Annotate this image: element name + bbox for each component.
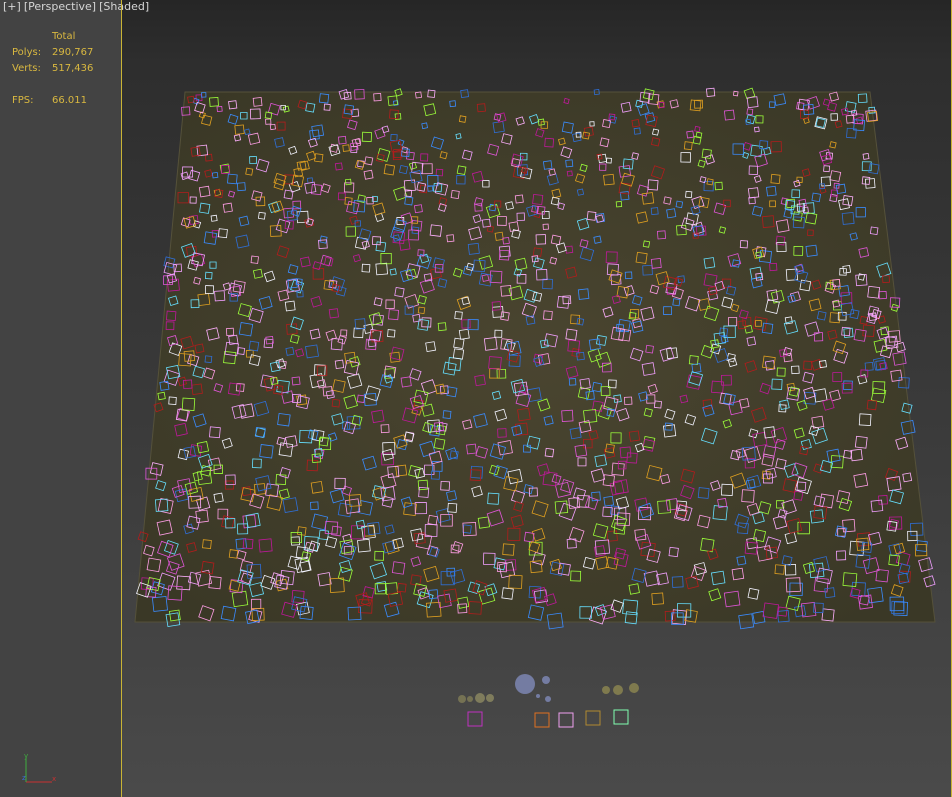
source-object[interactable]: [515, 674, 535, 694]
axis-gizmo-icon: x y z: [22, 752, 56, 783]
verts-label: Verts:: [12, 63, 41, 74]
source-object[interactable]: [458, 695, 466, 703]
scatter-proxy-icon[interactable]: [585, 710, 601, 726]
scatter-proxy-icon[interactable]: [558, 712, 574, 728]
scatter-proxy-icon[interactable]: [613, 709, 629, 725]
viewport-shading-menu[interactable]: [Shaded]: [99, 0, 149, 14]
source-object[interactable]: [536, 694, 540, 698]
source-object[interactable]: [545, 696, 551, 702]
source-object[interactable]: [486, 694, 494, 702]
polys-value: 290,767: [52, 47, 94, 58]
stats-fps-row: FPS: 66.011: [12, 93, 122, 109]
gizmo-z-label: z: [22, 774, 26, 782]
source-object[interactable]: [475, 693, 485, 703]
source-object[interactable]: [629, 683, 639, 693]
scatter-proxy-icon[interactable]: [467, 711, 483, 727]
gizmo-x-label: x: [52, 775, 56, 783]
polys-label: Polys:: [12, 47, 42, 58]
source-objects[interactable]: [458, 674, 639, 728]
gizmo-y-label: y: [24, 752, 28, 760]
source-object[interactable]: [602, 686, 610, 694]
viewport-label[interactable]: [+] [Perspective] [Shaded]: [3, 0, 149, 14]
verts-value: 517,436: [52, 63, 94, 74]
source-object[interactable]: [467, 696, 473, 702]
viewport-view-menu[interactable]: [Perspective]: [24, 0, 96, 14]
viewport-menu-button[interactable]: [+]: [3, 0, 21, 14]
scatter-proxy-icon[interactable]: [534, 712, 550, 728]
stats-verts-row: Verts: 517,436: [12, 61, 122, 77]
source-object[interactable]: [542, 676, 550, 684]
fps-label: FPS:: [12, 95, 34, 106]
viewport-statistics: Total Polys: 290,767 Verts: 517,436 FPS:…: [12, 29, 122, 109]
stats-header: Total: [52, 31, 76, 42]
perspective-viewport[interactable]: [+] [Perspective] [Shaded] Total Polys: …: [0, 0, 952, 797]
fps-value: 66.011: [52, 95, 87, 106]
source-object[interactable]: [613, 685, 623, 695]
stats-polys-row: Polys: 290,767: [12, 45, 122, 61]
scene-canvas[interactable]: [0, 0, 952, 797]
